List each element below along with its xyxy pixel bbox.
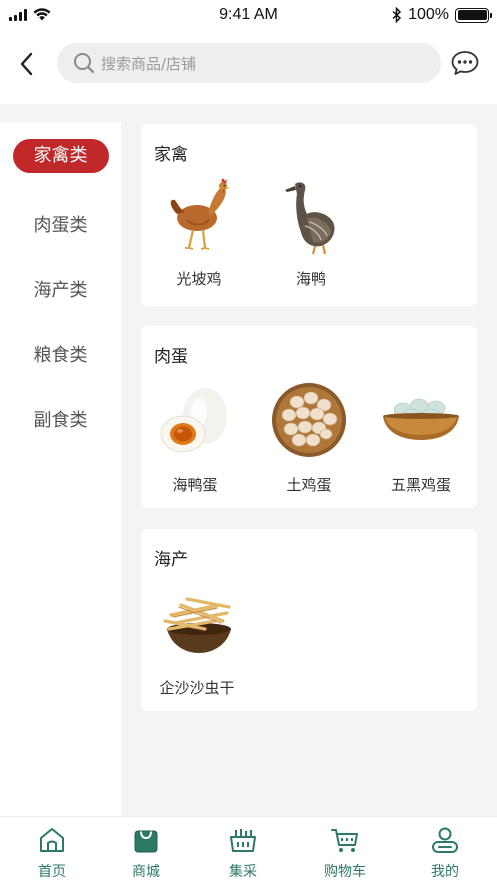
section-card-seafood: 海产 企沙沙虫干 [141,529,477,711]
chicken-eggs-basket-image [272,383,346,457]
search-icon [74,53,95,74]
section-card-meat-eggs: 肉蛋 海鸭蛋 土鸡蛋 五黑鸡蛋 [141,326,477,508]
tab-label: 集采 [229,864,257,880]
category-sidebar: 家禽类 肉蛋类 海产类 粮食类 副食类 [0,122,121,816]
battery-percent: 100% [408,6,449,23]
search-input[interactable]: 搜索商品/店铺 [57,43,441,83]
sidebar-item-label: 副食类 [33,410,88,431]
message-icon[interactable] [451,50,479,76]
green-eggs-bowl-image [383,398,459,440]
status-right: 100% [392,6,492,24]
sidebar-item-label: 家禽类 [12,139,109,173]
shopping-bag-icon [134,830,158,853]
tab-profile[interactable]: 我的 [405,825,485,881]
section-title: 海产 [154,550,188,570]
tab-mall[interactable]: 商城 [106,825,186,881]
tab-home[interactable]: 首页 [12,825,92,881]
section-title: 肉蛋 [154,347,188,367]
sidebar-item-grain[interactable]: 粮食类 [0,341,121,367]
bottom-tabbar: 首页 商城 集采 购物车 我的 [0,816,497,883]
dried-sandworm-image [163,597,231,653]
salted-duck-egg-image [160,388,227,453]
product-item[interactable]: 光坡鸡 [149,176,249,289]
duck-image [285,182,335,255]
section-card-poultry: 家禽 光坡鸡 海鸭 [141,124,477,306]
tab-cart[interactable]: 购物车 [305,825,385,881]
basket-icon [230,829,256,852]
header: 搜索商品/店铺 [0,32,497,104]
cart-icon [331,829,358,852]
sidebar-item-seafood[interactable]: 海产类 [0,276,121,302]
bluetooth-icon [392,7,402,23]
section-title: 家禽 [154,145,188,165]
tab-group-buy[interactable]: 集采 [203,825,283,881]
product-item[interactable]: 土鸡蛋 [259,382,359,495]
sidebar-item-label: 粮食类 [33,345,88,366]
sidebar-item-label: 海产类 [33,280,88,301]
status-bar: 9:41 AM 100% [0,0,497,32]
product-item[interactable]: 海鸭 [261,176,361,289]
home-icon [40,828,64,852]
back-icon[interactable] [16,50,40,78]
sidebar-item-non-staple[interactable]: 副食类 [0,406,121,432]
product-item[interactable]: 企沙沙虫干 [147,585,247,698]
battery-icon [455,7,492,23]
tab-label: 购物车 [324,864,366,880]
sidebar-item-poultry[interactable]: 家禽类 [0,139,121,173]
sidebar-item-meat-eggs[interactable]: 肉蛋类 [0,211,121,237]
sidebar-item-label: 肉蛋类 [33,215,88,236]
tab-label: 首页 [38,864,66,880]
user-icon [432,827,458,853]
product-name: 海鸭蛋 [172,476,218,494]
search-placeholder: 搜索商品/店铺 [101,54,197,73]
product-item[interactable]: 海鸭蛋 [145,382,245,495]
product-name: 光坡鸡 [176,270,222,288]
product-name: 企沙沙虫干 [159,679,235,697]
product-name: 土鸡蛋 [286,476,332,494]
chicken-image [170,178,230,250]
product-item[interactable]: 五黑鸡蛋 [371,382,471,495]
tab-label: 商城 [132,864,160,880]
tab-label: 我的 [431,864,459,880]
product-name: 海鸭 [295,270,326,288]
product-name: 五黑鸡蛋 [390,476,451,494]
